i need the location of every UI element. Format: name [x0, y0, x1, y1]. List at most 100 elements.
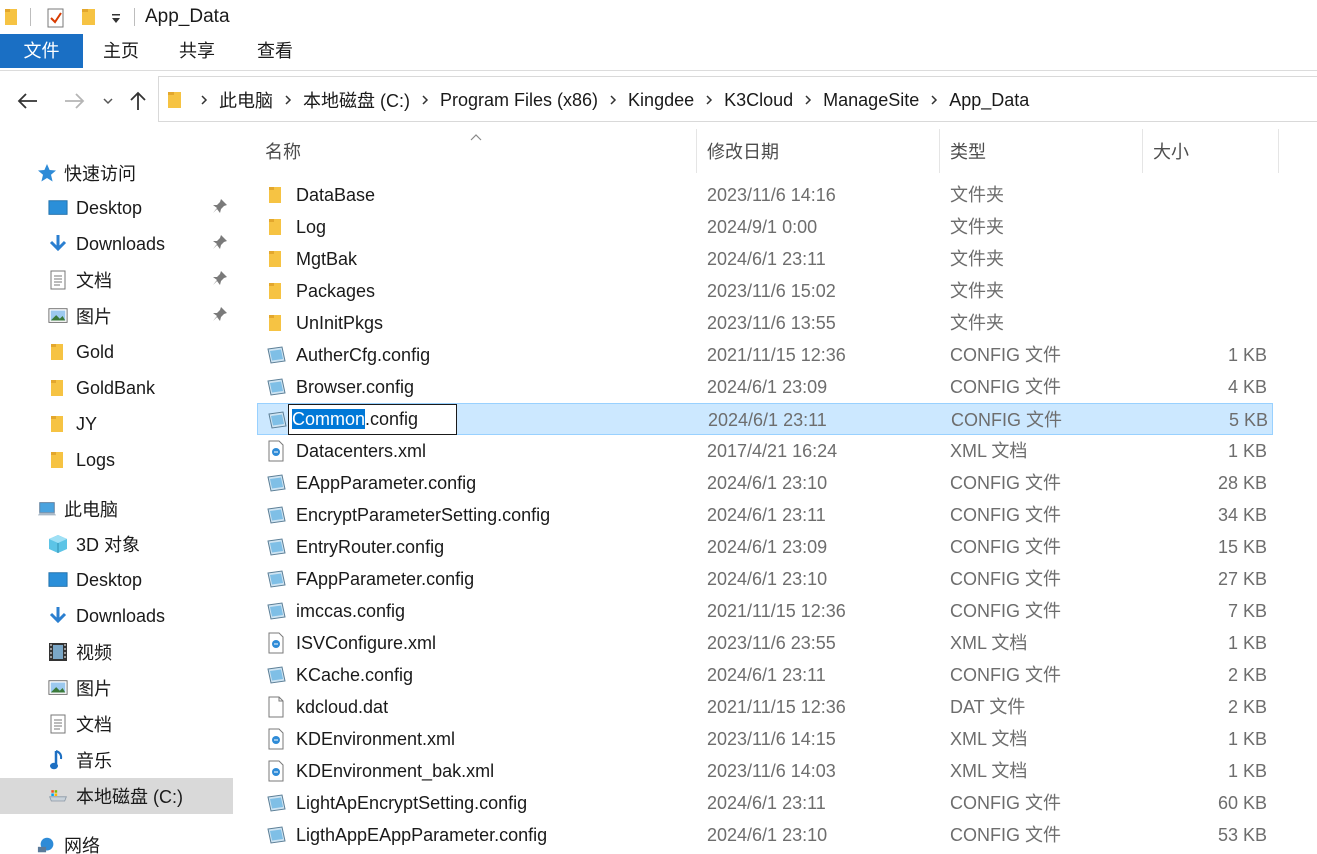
file-row[interactable]: KCache.config 2024/6/1 23:11 CONFIG 文件 2 KB: [257, 659, 1273, 691]
forward-arrow-icon[interactable]: [60, 87, 88, 115]
column-header-name[interactable]: 名称: [265, 129, 301, 173]
column-header-type[interactable]: 类型: [950, 129, 986, 173]
sidebar-item[interactable]: Gold: [0, 334, 233, 370]
file-row[interactable]: AutherCfg.config 2021/11/15 12:36 CONFIG 文…: [257, 339, 1273, 371]
customize-toolbar-chevron-icon[interactable]: [110, 10, 122, 31]
sidebar-item[interactable]: Logs: [0, 442, 233, 478]
file-row[interactable]: LightApEncryptSetting.config 2024/6/1 23:…: [257, 787, 1273, 819]
tab-file[interactable]: 文件: [0, 34, 83, 68]
sidebar-item-label: JY: [76, 413, 98, 434]
breadcrumb-chevron-icon[interactable]: [284, 94, 292, 106]
breadcrumb-chevron-icon[interactable]: [421, 94, 429, 106]
file-name: UnInitPkgs: [296, 313, 384, 333]
breadcrumb-chevron-icon[interactable]: [804, 94, 812, 106]
sidebar-item[interactable]: Downloads: [0, 598, 233, 634]
sidebar-item[interactable]: 图片: [0, 298, 233, 334]
breadcrumb-chevron-icon[interactable]: [705, 94, 713, 106]
file-name: Log: [296, 217, 327, 237]
breadcrumb-chevron-icon[interactable]: [930, 94, 938, 106]
folder-icon[interactable]: [4, 7, 18, 32]
column-divider[interactable]: [1278, 129, 1279, 173]
file-row[interactable]: Log 2024/9/1 0:00 文件夹: [257, 211, 1273, 243]
sidebar-item[interactable]: Desktop: [0, 190, 233, 226]
new-folder-icon[interactable]: [80, 7, 98, 32]
sidebar-item-network[interactable]: 网络: [0, 827, 233, 854]
sidebar-item-label: 文档: [76, 715, 112, 735]
breadcrumb-item[interactable]: K3Cloud: [724, 90, 793, 111]
config-file-icon: [265, 824, 287, 846]
file-row[interactable]: MgtBak 2024/6/1 23:11 文件夹: [257, 243, 1273, 275]
file-row[interactable]: ISVConfigure.xml 2023/11/6 23:55 XML 文档 1 K…: [257, 627, 1273, 659]
file-size: 2 KB: [1227, 697, 1267, 717]
pin-icon[interactable]: [212, 306, 228, 327]
file-type: CONFIG 文件: [950, 793, 1061, 813]
recent-locations-chevron-icon[interactable]: [94, 87, 122, 115]
file-row[interactable]: LigthAppEAppParameter.config 2024/6/1 23:…: [257, 819, 1273, 851]
file-row[interactable]: EAppParameter.config 2024/6/1 23:10 CONFIG…: [257, 467, 1273, 499]
file-type: CONFIG 文件: [950, 825, 1061, 845]
sidebar-item[interactable]: Desktop: [0, 562, 233, 598]
file-size: 34 KB: [1217, 505, 1267, 525]
file-row[interactable]: EntryRouter.config 2024/6/1 23:09 CONFIG 文…: [257, 531, 1273, 563]
folder-icon: [48, 450, 68, 470]
column-divider[interactable]: [939, 129, 940, 173]
folder-icon: [48, 342, 68, 362]
file-date: 2024/6/1 23:09: [707, 377, 828, 397]
file-row[interactable]: FAppParameter.config 2024/6/1 23:10 CONFIG…: [257, 563, 1273, 595]
sidebar-item[interactable]: 视频: [0, 634, 233, 670]
file-date: 2024/6/1 23:10: [707, 473, 828, 493]
file-row[interactable]: kdcloud.dat 2021/11/15 12:36 DAT 文件 2 KB: [257, 691, 1273, 723]
file-row[interactable]: KDEnvironment.xml 2023/11/6 14:15 XML 文档 1 …: [257, 723, 1273, 755]
file-type: CONFIG 文件: [950, 537, 1061, 557]
sidebar-item[interactable]: 3D 对象: [0, 526, 233, 562]
file-row[interactable]: imccas.config 2021/11/15 12:36 CONFIG 文件 7 …: [257, 595, 1273, 627]
file-row[interactable]: Datacenters.xml 2017/4/21 16:24 XML 文档 1 KB: [257, 435, 1273, 467]
up-arrow-icon[interactable]: [124, 87, 152, 115]
sidebar-item[interactable]: GoldBank: [0, 370, 233, 406]
folder-icon: [265, 216, 287, 238]
rename-input[interactable]: Common.config: [288, 404, 457, 435]
file-row[interactable]: UnInitPkgs 2023/11/6 13:55 文件夹: [257, 307, 1273, 339]
column-divider[interactable]: [1142, 129, 1143, 173]
file-row[interactable]: KDEnvironment_bak.xml 2023/11/6 14:03 XML …: [257, 755, 1273, 787]
pin-icon[interactable]: [212, 270, 228, 291]
breadcrumb-item[interactable]: 此电脑: [219, 87, 273, 113]
properties-icon[interactable]: [46, 7, 66, 34]
sidebar-item[interactable]: 本地磁盘 (C:): [0, 778, 233, 814]
breadcrumb-item[interactable]: 本地磁盘 (C:): [303, 87, 410, 113]
sidebar-item[interactable]: 图片: [0, 670, 233, 706]
file-row[interactable]: EncryptParameterSetting.config 2024/6/1 2…: [257, 499, 1273, 531]
file-row[interactable]: Browser.config 2024/6/1 23:09 CONFIG 文件 4 K…: [257, 371, 1273, 403]
sidebar-item[interactable]: JY: [0, 406, 233, 442]
back-arrow-icon[interactable]: [14, 87, 42, 115]
sidebar-item[interactable]: Downloads: [0, 226, 233, 262]
sidebar-item[interactable]: 文档: [0, 706, 233, 742]
breadcrumb-chevron-icon[interactable]: [200, 94, 208, 106]
breadcrumb-item[interactable]: ManageSite: [823, 90, 919, 111]
sidebar-item[interactable]: 音乐: [0, 742, 233, 778]
breadcrumb-item[interactable]: Kingdee: [628, 90, 694, 111]
file-name: FAppParameter.config: [296, 569, 475, 589]
address-bar[interactable]: 此电脑 本地磁盘 (C:) Program Files (x86) Kingdee K3…: [158, 76, 1317, 122]
sidebar-item-label: Desktop: [76, 197, 143, 218]
column-header-date[interactable]: 修改日期: [707, 129, 779, 173]
file-type: CONFIG 文件: [950, 345, 1061, 365]
sidebar-item-quick-access[interactable]: 快速访问: [0, 155, 233, 191]
column-divider[interactable]: [696, 129, 697, 173]
sidebar-item[interactable]: 文档: [0, 262, 233, 298]
tab-share[interactable]: 共享: [169, 34, 225, 68]
pin-icon[interactable]: [212, 198, 228, 219]
file-name: AutherCfg.config: [296, 345, 431, 365]
breadcrumb-item[interactable]: App_Data: [949, 90, 1029, 111]
breadcrumb-chevron-icon[interactable]: [609, 94, 617, 106]
sidebar-item-this-pc[interactable]: 此电脑: [0, 491, 233, 527]
tab-view[interactable]: 查看: [247, 34, 303, 68]
file-row[interactable]: Packages 2023/11/6 15:02 文件夹: [257, 275, 1273, 307]
column-header-size[interactable]: 大小: [1153, 129, 1189, 173]
tab-home[interactable]: 主页: [93, 34, 149, 68]
file-row[interactable]: DataBase 2023/11/6 14:16 文件夹: [257, 179, 1273, 211]
pin-icon[interactable]: [212, 234, 228, 255]
file-type: CONFIG 文件: [950, 665, 1061, 685]
breadcrumb-item[interactable]: Program Files (x86): [440, 90, 598, 111]
file-row[interactable]: Common.config 2024/6/1 23:11 CONFIG 文件 5 KB: [257, 403, 1273, 435]
